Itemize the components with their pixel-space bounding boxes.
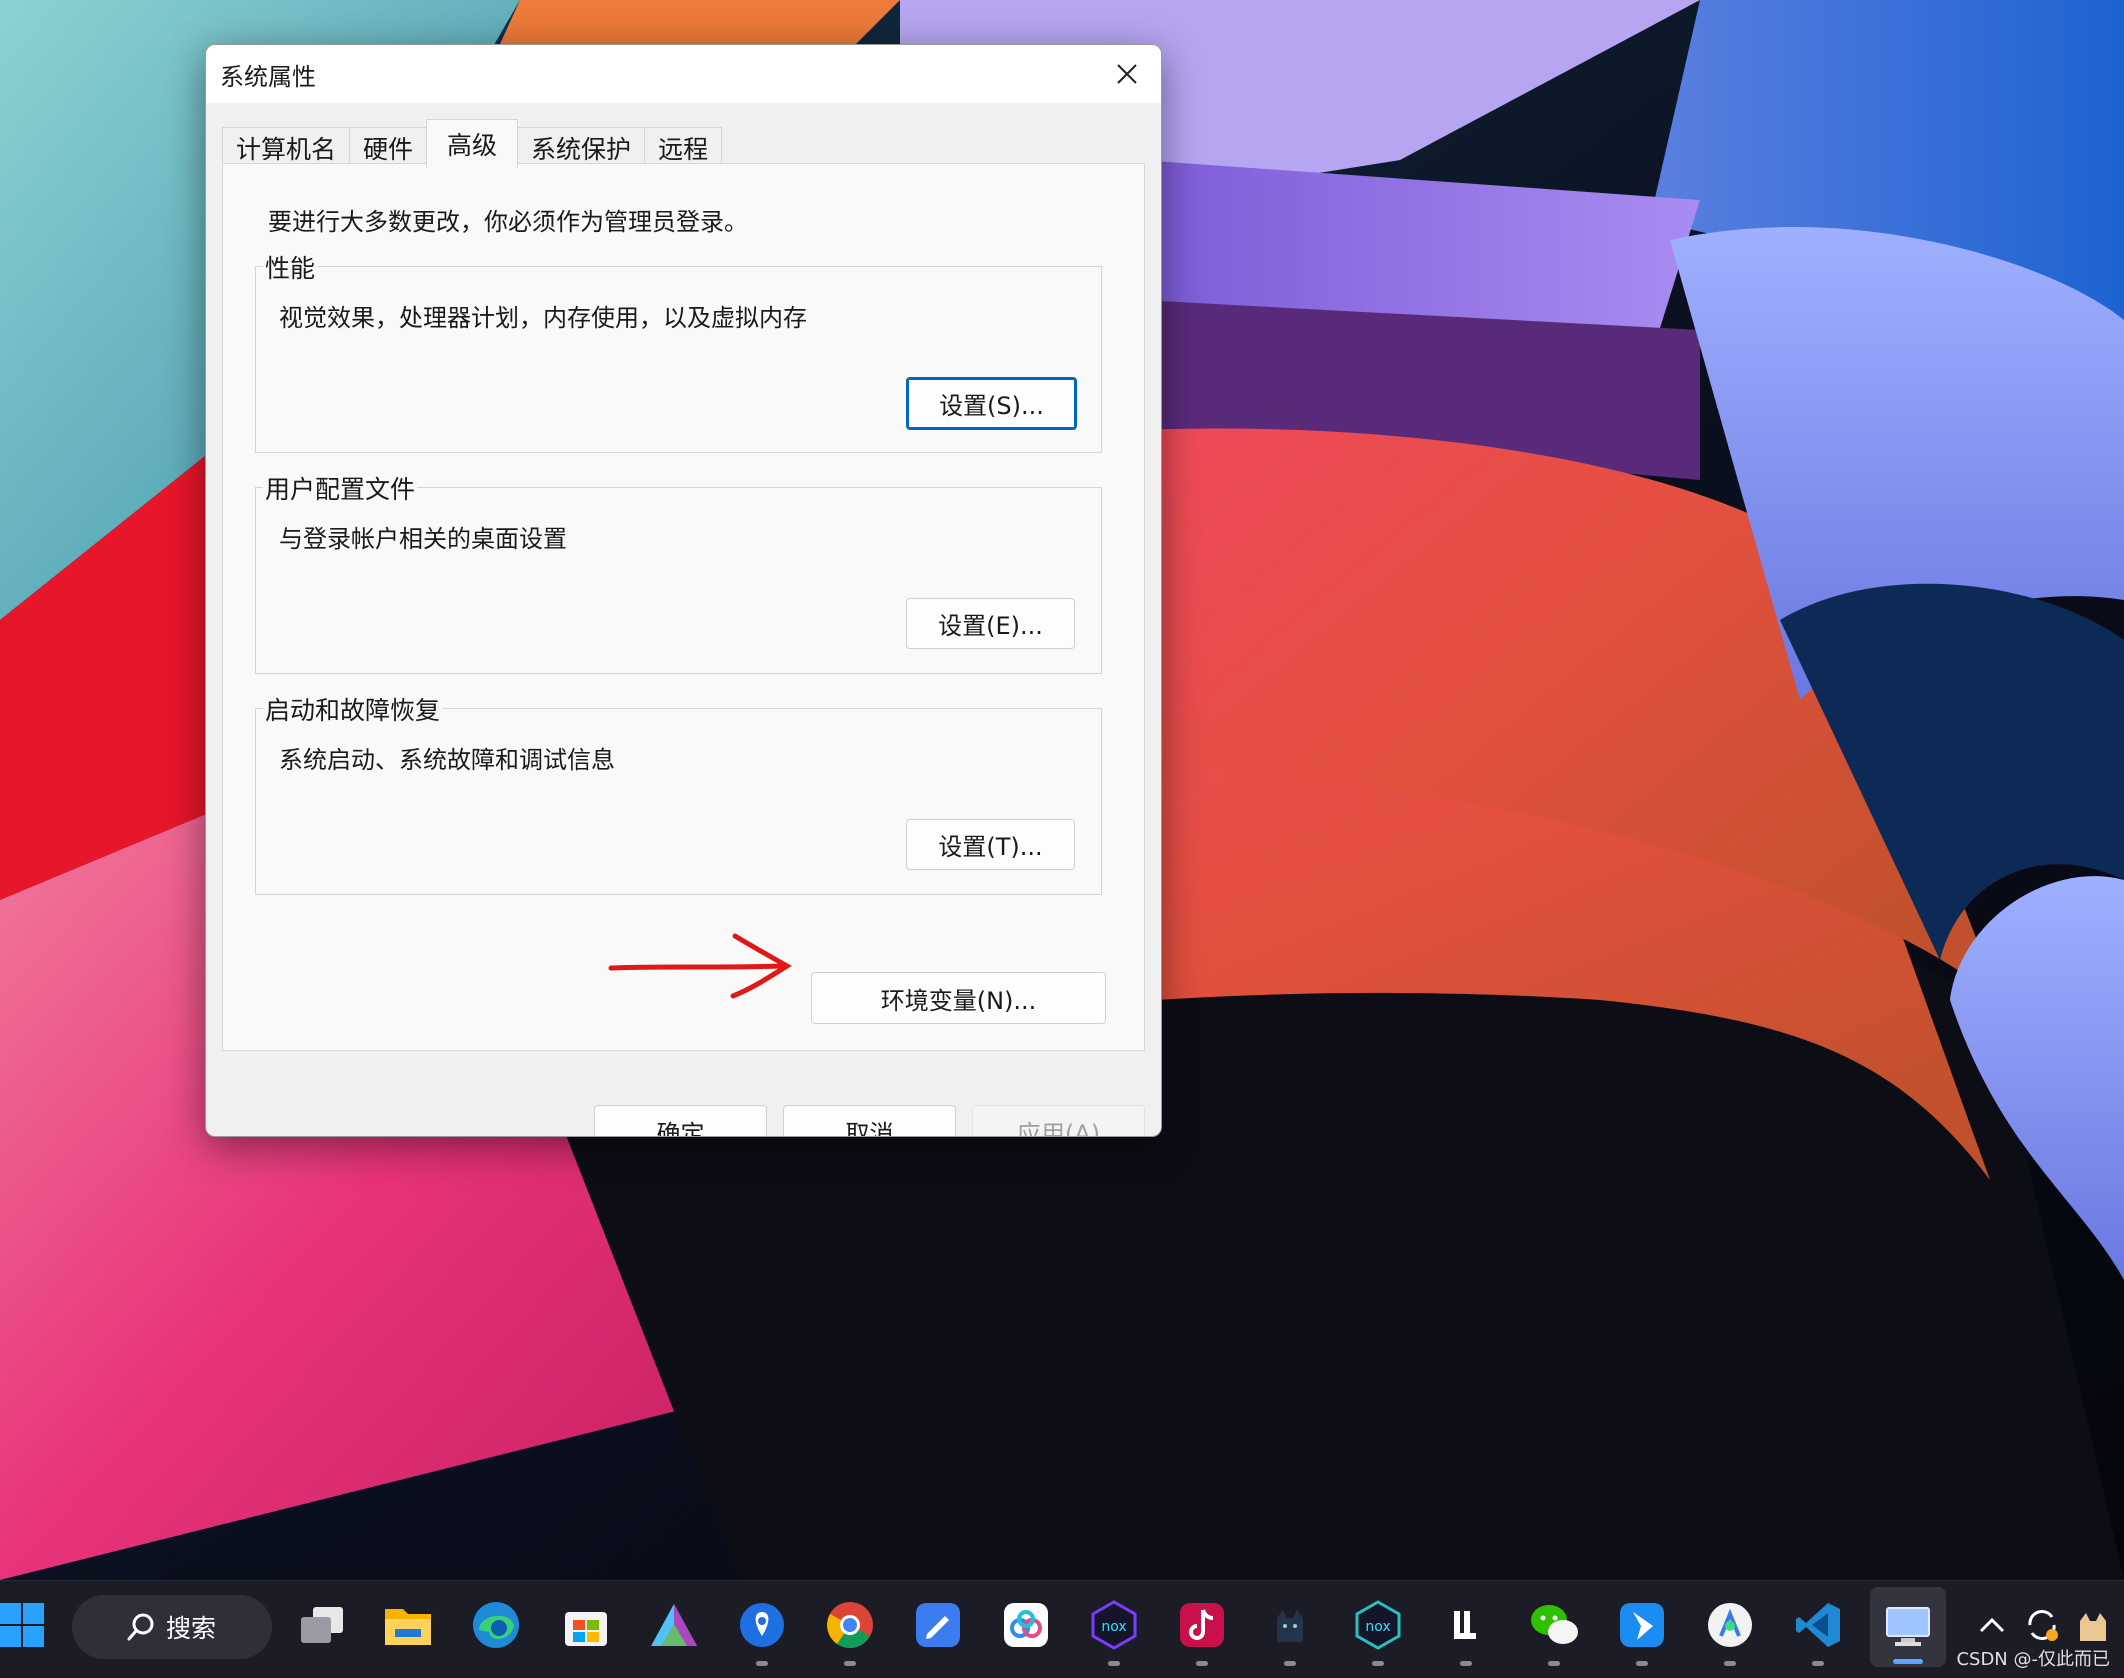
start-icon[interactable] xyxy=(0,1597,50,1653)
user-profiles-description: 与登录帐户相关的桌面设置 xyxy=(279,525,567,553)
user-profiles-group: 用户配置文件 与登录帐户相关的桌面设置 设置(E)... xyxy=(255,470,1102,674)
running-indicator xyxy=(1724,1661,1736,1666)
startup-recovery-group: 启动和故障恢复 系统启动、系统故障和调试信息 设置(T)... xyxy=(255,691,1102,895)
running-indicator xyxy=(1108,1661,1120,1666)
admin-notice: 要进行大多数更改，你必须作为管理员登录。 xyxy=(268,208,748,236)
svg-text:nox: nox xyxy=(1365,1619,1390,1635)
performance-description: 视觉效果，处理器计划，内存使用，以及虚拟内存 xyxy=(279,304,807,332)
title-bar[interactable]: 系统属性 xyxy=(206,45,1161,103)
performance-settings-button[interactable]: 设置(S)... xyxy=(906,377,1077,430)
running-indicator xyxy=(1812,1661,1824,1666)
user-profiles-group-title: 用户配置文件 xyxy=(263,470,418,506)
file-explorer-icon[interactable] xyxy=(380,1597,436,1653)
tab-remote[interactable]: 远程 xyxy=(644,127,723,168)
baidu-netdisk-icon[interactable] xyxy=(998,1597,1054,1653)
tab-system-protection[interactable]: 系统保护 xyxy=(517,127,646,168)
watermark-text: CSDN @-仅此而已 xyxy=(1956,1649,2110,1670)
wechat-icon[interactable] xyxy=(1526,1597,1582,1666)
maps-pin-icon[interactable] xyxy=(734,1597,790,1666)
taskbar: 搜索 nox nox CSDN @-仅此而已 xyxy=(0,1580,2124,1678)
active-indicator xyxy=(1893,1659,1923,1664)
running-indicator xyxy=(1636,1661,1648,1666)
feishu-icon[interactable] xyxy=(1614,1597,1670,1666)
ll-app-icon[interactable] xyxy=(1438,1597,1494,1666)
tiktok-icon[interactable] xyxy=(1174,1597,1230,1666)
performance-group: 性能 视觉效果，处理器计划，内存使用，以及虚拟内存 设置(S)... xyxy=(255,249,1102,453)
tab-advanced[interactable]: 高级 xyxy=(426,119,519,168)
search-label: 搜索 xyxy=(166,1614,217,1643)
task-view-icon[interactable] xyxy=(294,1597,350,1653)
red-arrow-annotation xyxy=(608,933,792,999)
startup-recovery-settings-button[interactable]: 设置(T)... xyxy=(906,819,1075,870)
user-profiles-settings-button[interactable]: 设置(E)... xyxy=(906,598,1075,649)
app-a-icon[interactable] xyxy=(646,1597,702,1653)
startup-recovery-description: 系统启动、系统故障和调试信息 xyxy=(279,746,615,774)
close-button[interactable] xyxy=(1093,45,1161,103)
running-indicator xyxy=(1196,1661,1208,1666)
running-indicator xyxy=(1372,1661,1384,1666)
environment-variables-button[interactable]: 环境变量(N)... xyxy=(811,972,1106,1024)
search-icon xyxy=(127,1613,154,1641)
cancel-button[interactable]: 取消 xyxy=(783,1105,956,1136)
running-indicator xyxy=(1548,1661,1560,1666)
running-indicator xyxy=(1284,1661,1296,1666)
vscode-icon[interactable] xyxy=(1790,1597,1846,1666)
svg-text:nox: nox xyxy=(1101,1619,1126,1635)
microsoft-store-icon[interactable] xyxy=(558,1597,614,1653)
performance-group-title: 性能 xyxy=(263,249,318,285)
ok-button[interactable]: 确定 xyxy=(594,1105,767,1136)
dialog-title: 系统属性 xyxy=(220,62,316,91)
startup-recovery-group-title: 启动和故障恢复 xyxy=(263,691,443,727)
remote-desktop-icon[interactable] xyxy=(1870,1587,1946,1667)
chrome-icon[interactable] xyxy=(822,1597,878,1666)
taskbar-search[interactable]: 搜索 xyxy=(72,1595,272,1659)
tab-computer-name[interactable]: 计算机名 xyxy=(222,127,351,168)
tab-strip: 计算机名 硬件 高级 系统保护 远程 xyxy=(222,119,723,168)
running-indicator xyxy=(844,1661,856,1666)
advanced-tab-panel: 要进行大多数更改，你必须作为管理员登录。 性能 视觉效果，处理器计划，内存使用，… xyxy=(222,163,1145,1051)
cat-app-icon[interactable] xyxy=(1262,1597,1318,1666)
close-icon xyxy=(1117,64,1137,84)
apply-button[interactable]: 应用(A) xyxy=(972,1105,1145,1136)
android-studio-icon[interactable] xyxy=(1702,1597,1758,1666)
notes-pen-icon[interactable] xyxy=(910,1597,966,1653)
nox-player-2-icon[interactable]: nox xyxy=(1350,1597,1406,1666)
tab-hardware[interactable]: 硬件 xyxy=(349,127,428,168)
edge-icon[interactable] xyxy=(468,1597,524,1653)
running-indicator xyxy=(756,1661,768,1666)
running-indicator xyxy=(1460,1661,1472,1666)
nox-player-icon[interactable]: nox xyxy=(1086,1597,1142,1666)
